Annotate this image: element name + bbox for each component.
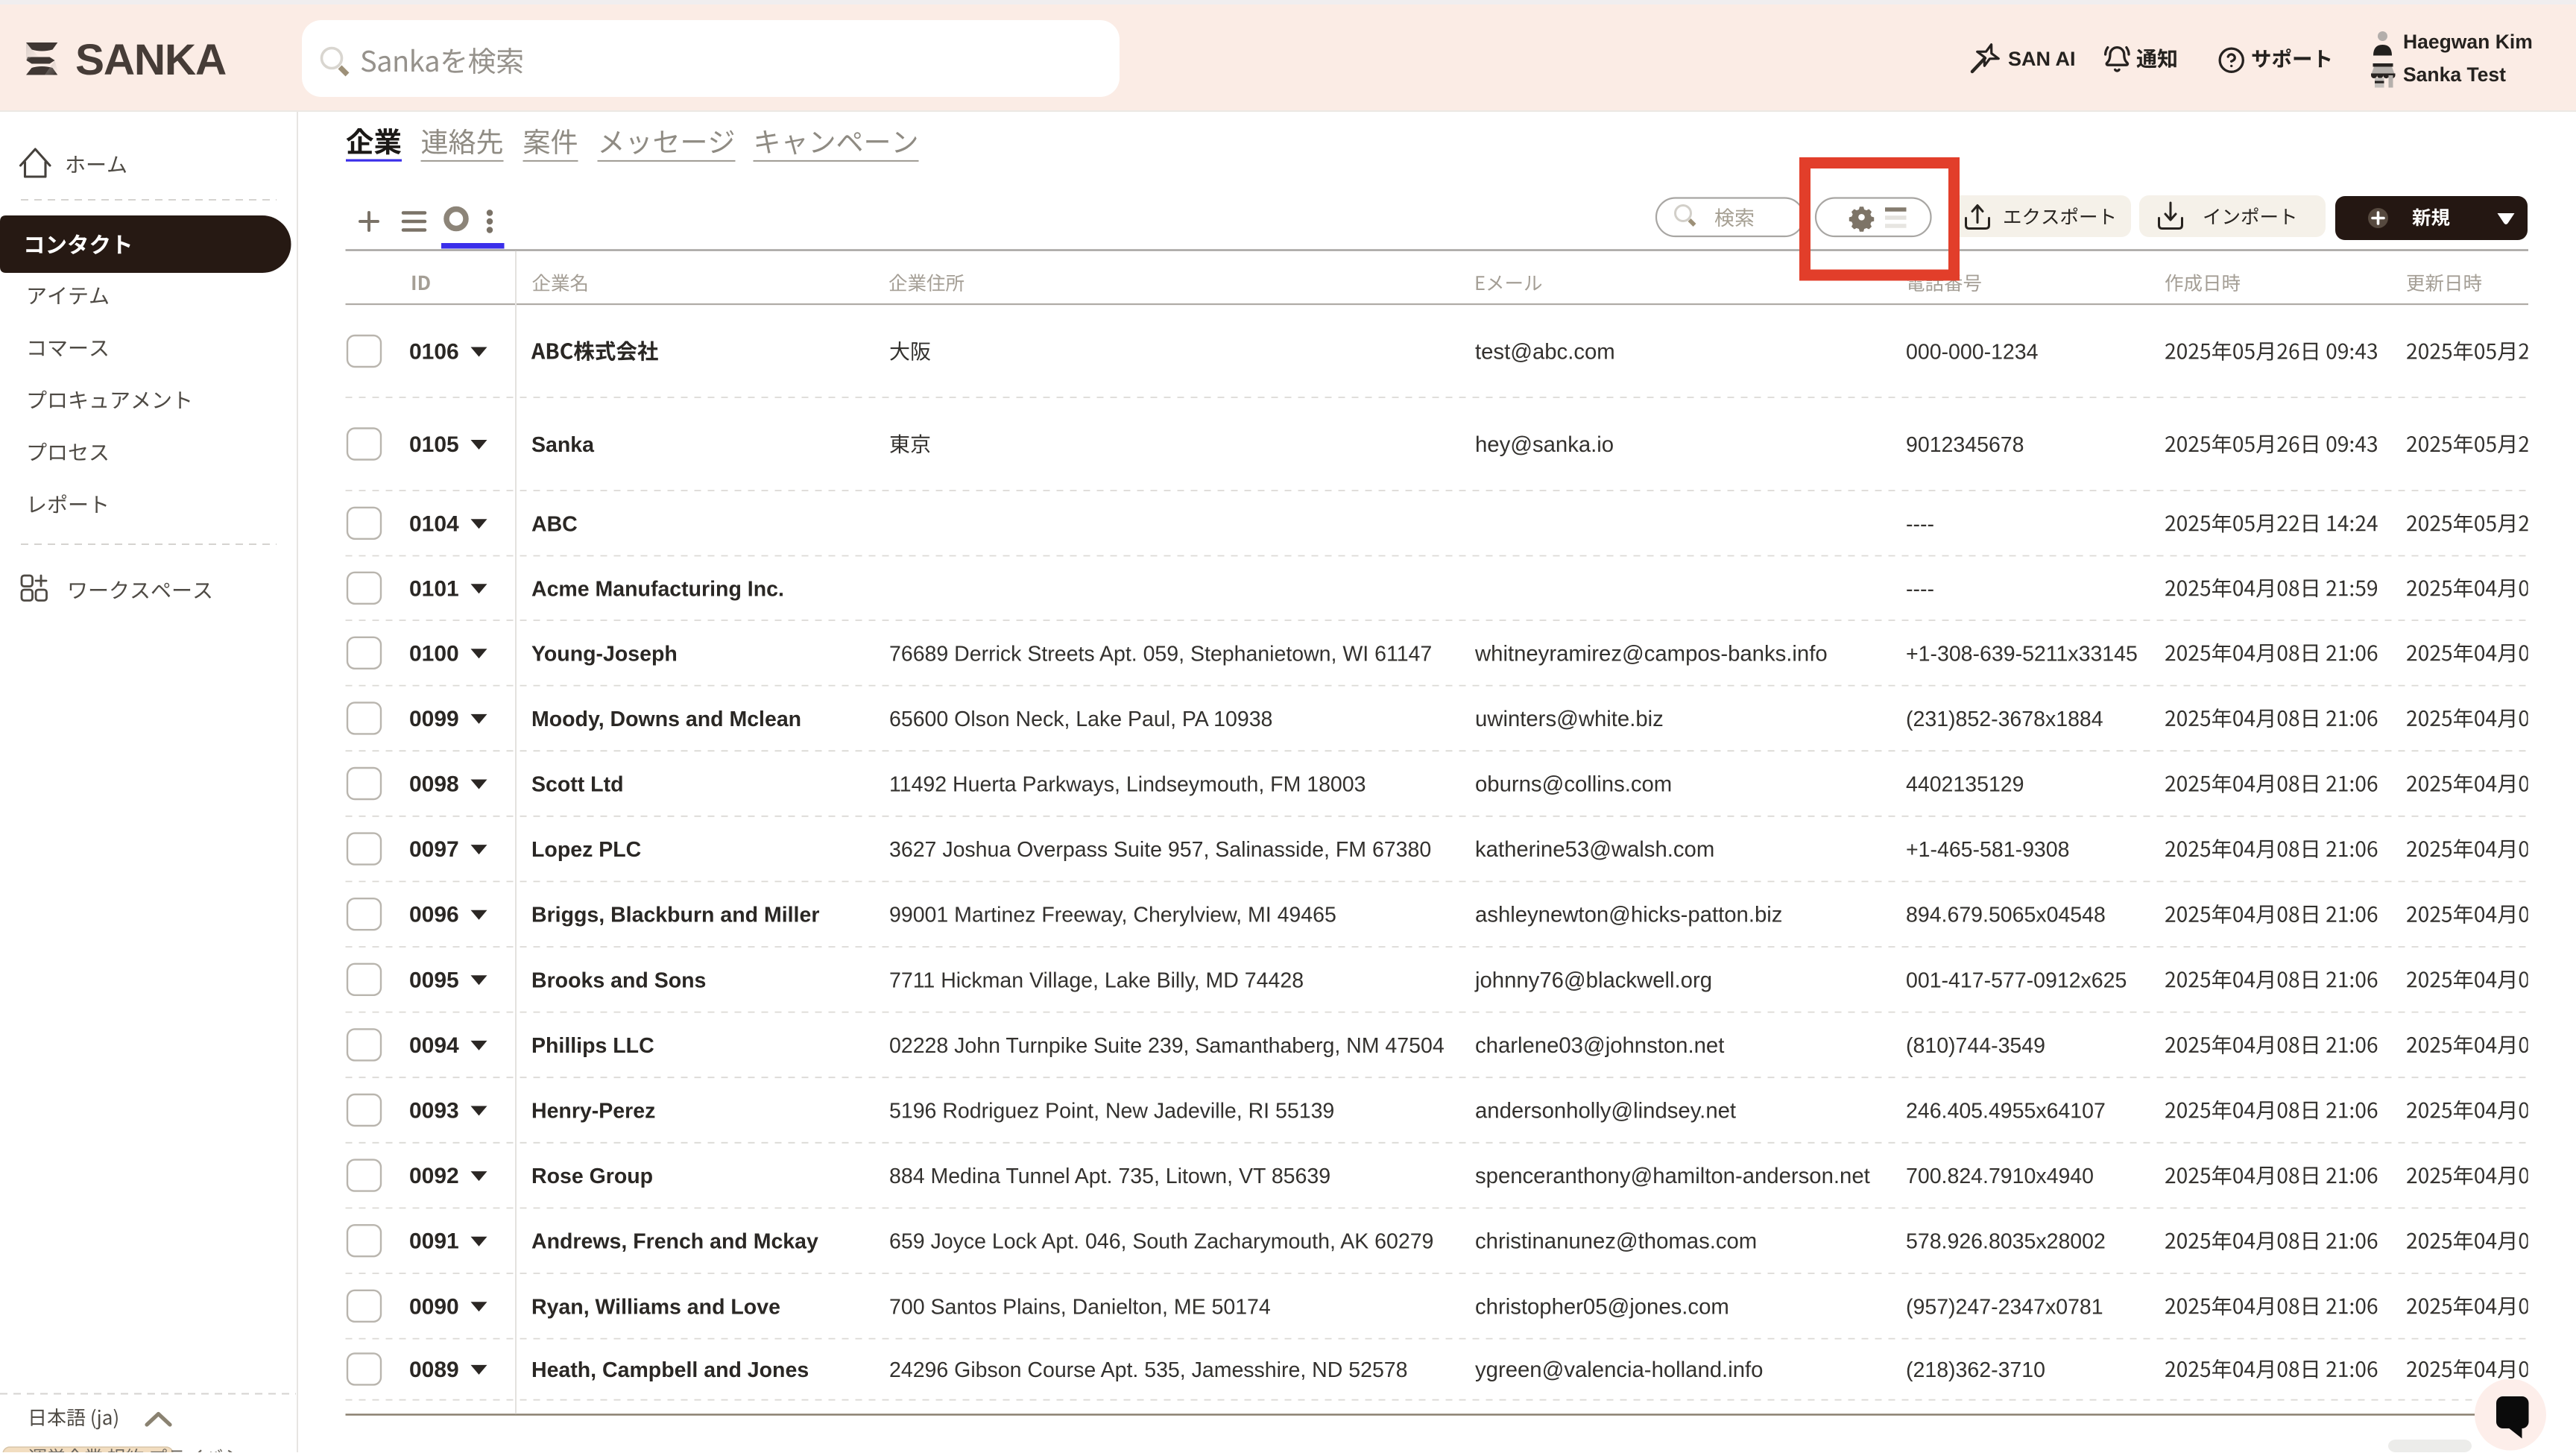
svg-text:(957)247-2347x0781: (957)247-2347x0781 — [1906, 1295, 2103, 1319]
svg-text:001-417-577-0912x625: 001-417-577-0912x625 — [1906, 968, 2127, 992]
svg-text:Rose Group: Rose Group — [531, 1165, 653, 1188]
svg-text:000-000-1234: 000-000-1234 — [1906, 341, 2039, 365]
svg-text:24296 Gibson Course Apt. 535,: 24296 Gibson Course Apt. 535, Jamesshire… — [889, 1358, 1408, 1382]
svg-text:0091: 0091 — [409, 1229, 459, 1254]
svg-text:0095: 0095 — [409, 968, 459, 992]
svg-text:246.405.4955x64107: 246.405.4955x64107 — [1906, 1100, 2106, 1123]
svg-text:Briggs, Blackburn and Miller: Briggs, Blackburn and Miller — [531, 904, 819, 927]
svg-text:uwinters@white.biz: uwinters@white.biz — [1475, 707, 1664, 731]
svg-text:0096: 0096 — [409, 903, 459, 927]
svg-text:Lopez PLC: Lopez PLC — [531, 838, 641, 862]
svg-text:Young-Joseph: Young-Joseph — [531, 642, 678, 666]
svg-text:Acme Manufacturing Inc.: Acme Manufacturing Inc. — [531, 577, 784, 601]
svg-text:0105: 0105 — [409, 432, 459, 457]
svg-text:+1-465-581-9308: +1-465-581-9308 — [1906, 838, 2069, 862]
svg-text:ygreen@valencia-holland.info: ygreen@valencia-holland.info — [1475, 1358, 1763, 1382]
svg-text:Ryan, Williams and Love: Ryan, Williams and Love — [531, 1295, 780, 1319]
svg-text:test@abc.com: test@abc.com — [1475, 340, 1615, 365]
svg-text:11492 Huerta Parkways, Lindsey: 11492 Huerta Parkways, Lindseymouth, FM … — [889, 773, 1366, 797]
svg-text:884 Medina Tunnel Apt. 735, Li: 884 Medina Tunnel Apt. 735, Litown, VT 8… — [889, 1165, 1330, 1188]
svg-text:spenceranthony@hamilton-anders: spenceranthony@hamilton-anderson.net — [1475, 1164, 1870, 1188]
svg-text:andersonholly@lindsey.net: andersonholly@lindsey.net — [1475, 1099, 1736, 1123]
svg-text:Sanka Test: Sanka Test — [2403, 63, 2506, 86]
svg-text:Haegwan Kim: Haegwan Kim — [2403, 31, 2533, 53]
svg-text:0104: 0104 — [409, 511, 459, 536]
svg-text:Scott Ltd: Scott Ltd — [531, 773, 623, 797]
svg-text:0099: 0099 — [409, 707, 459, 731]
svg-text:0093: 0093 — [409, 1099, 459, 1123]
svg-text:Brooks and Sons: Brooks and Sons — [531, 968, 706, 992]
svg-text:----: ---- — [1906, 512, 1934, 536]
svg-text:659 Joyce Lock Apt. 046, South: 659 Joyce Lock Apt. 046, South Zacharymo… — [889, 1230, 1433, 1254]
svg-text:oburns@collins.com: oburns@collins.com — [1475, 772, 1672, 797]
svg-text:Henry-Perez: Henry-Perez — [531, 1100, 655, 1123]
svg-text:(218)362-3710: (218)362-3710 — [1906, 1358, 2045, 1382]
svg-text:7711 Hickman Village, Lake Bil: 7711 Hickman Village, Lake Billy, MD 744… — [889, 968, 1304, 992]
svg-text:578.926.8035x28002: 578.926.8035x28002 — [1906, 1230, 2106, 1254]
svg-text:----: ---- — [1906, 577, 1934, 601]
svg-text:Moody, Downs and Mclean: Moody, Downs and Mclean — [531, 707, 801, 731]
svg-text:0090: 0090 — [409, 1294, 459, 1319]
svg-text:hey@sanka.io: hey@sanka.io — [1475, 432, 1614, 457]
svg-text:0089: 0089 — [409, 1358, 459, 1382]
svg-text:Sanka: Sanka — [531, 433, 595, 457]
svg-text:charlene03@johnston.net: charlene03@johnston.net — [1475, 1033, 1724, 1058]
svg-text:(231)852-3678x1884: (231)852-3678x1884 — [1906, 707, 2103, 731]
svg-text:christopher05@jones.com: christopher05@jones.com — [1475, 1294, 1729, 1319]
svg-text:3627 Joshua Overpass Suite 957: 3627 Joshua Overpass Suite 957, Salinass… — [889, 838, 1431, 862]
svg-text:0097: 0097 — [409, 837, 459, 862]
svg-text:0100: 0100 — [409, 641, 459, 666]
svg-text:76689 Derrick Streets Apt. 059: 76689 Derrick Streets Apt. 059, Stephani… — [889, 642, 1432, 666]
svg-text:ashleynewton@hicks-patton.biz: ashleynewton@hicks-patton.biz — [1475, 903, 1782, 927]
svg-text:0092: 0092 — [409, 1164, 459, 1188]
svg-text:katherine53@walsh.com: katherine53@walsh.com — [1475, 837, 1714, 862]
svg-text:Andrews, French and Mckay: Andrews, French and Mckay — [531, 1230, 818, 1254]
svg-text:(810)744-3549: (810)744-3549 — [1906, 1034, 2045, 1058]
svg-text:02228 John Turnpike Suite 239,: 02228 John Turnpike Suite 239, Samanthab… — [889, 1034, 1445, 1058]
svg-text:johnny76@blackwell.org: johnny76@blackwell.org — [1474, 968, 1712, 992]
svg-text:894.679.5065x04548: 894.679.5065x04548 — [1906, 904, 2106, 927]
svg-text:Phillips LLC: Phillips LLC — [531, 1034, 654, 1058]
svg-text:whitneyramirez@campos-banks.in: whitneyramirez@campos-banks.info — [1474, 641, 1828, 666]
svg-text:700.824.7910x4940: 700.824.7910x4940 — [1906, 1165, 2094, 1188]
svg-text:65600 Olson Neck, Lake Paul, P: 65600 Olson Neck, Lake Paul, PA 10938 — [889, 707, 1272, 731]
svg-text:christinanunez@thomas.com: christinanunez@thomas.com — [1475, 1229, 1757, 1254]
svg-text:9012345678: 9012345678 — [1906, 433, 2024, 457]
svg-text:99001 Martinez Freeway, Cheryl: 99001 Martinez Freeway, Cherylview, MI 4… — [889, 904, 1336, 927]
svg-text:+1-308-639-5211x33145: +1-308-639-5211x33145 — [1906, 642, 2138, 666]
svg-text:SAN AI: SAN AI — [2008, 48, 2076, 70]
svg-text:0101: 0101 — [409, 576, 459, 601]
svg-text:SANKA: SANKA — [75, 36, 226, 84]
svg-text:4402135129: 4402135129 — [1906, 773, 2024, 797]
svg-text:Heath, Campbell and Jones: Heath, Campbell and Jones — [531, 1358, 809, 1382]
svg-text:0098: 0098 — [409, 772, 459, 797]
svg-text:ABC: ABC — [531, 512, 578, 536]
svg-text:0106: 0106 — [409, 340, 459, 365]
svg-text:5196 Rodriguez Point, New Jade: 5196 Rodriguez Point, New Jadeville, RI … — [889, 1100, 1334, 1123]
svg-text:0094: 0094 — [409, 1033, 459, 1058]
svg-text:700 Santos Plains, Danielton,: 700 Santos Plains, Danielton, ME 50174 — [889, 1295, 1271, 1319]
